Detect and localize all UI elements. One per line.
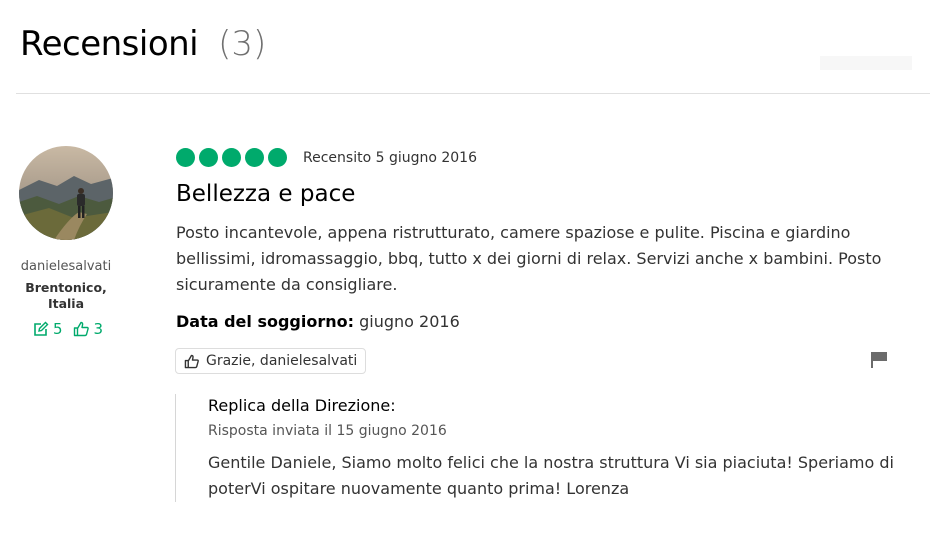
review-title[interactable]: Bellezza e pace: [176, 181, 355, 207]
reply-body: Gentile Daniele, Siamo molto felici che …: [208, 453, 894, 498]
header-divider: [16, 93, 930, 94]
review-count: (3): [218, 24, 267, 64]
management-response: Replica della Direzione: Risposta inviat…: [175, 394, 928, 502]
stay-date: Data del soggiorno: giugno 2016: [176, 312, 460, 331]
username[interactable]: danielesalvati: [0, 259, 132, 274]
stay-value: giugno 2016: [359, 312, 460, 331]
helpful-votes-value: 3: [93, 320, 104, 338]
user-location-line1: Brentonico,: [25, 280, 107, 295]
avatar[interactable]: [19, 146, 113, 240]
flag-icon: [871, 352, 887, 368]
user-stats: 5 3: [33, 320, 113, 338]
reviews-header: Recensioni (3): [20, 24, 266, 68]
thumbs-up-icon: [73, 321, 89, 337]
report-button[interactable]: [870, 351, 888, 373]
user-location-line2: Italia: [47, 296, 85, 311]
rating-bubble: [268, 148, 287, 167]
thumbs-up-icon: [184, 354, 199, 368]
pencil-square-icon: [34, 321, 49, 336]
user-location: Brentonico, Italia: [0, 280, 132, 312]
helpful-votes-count: 3: [73, 320, 104, 338]
page-title: Recensioni: [20, 24, 199, 64]
thanks-label: Grazie, danielesalvati: [206, 353, 358, 369]
rating-bubble: [222, 148, 241, 167]
rating-bubble: [176, 148, 195, 167]
review-date: Recensito 5 giugno 2016: [303, 149, 477, 166]
reply-date: Risposta inviata il 15 giugno 2016: [208, 423, 447, 439]
thanks-button[interactable]: Grazie, danielesalvati: [175, 348, 367, 374]
rating-bubble: [245, 148, 264, 167]
contributions-count: 5: [33, 320, 63, 338]
rating-bubbles: Recensito 5 giugno 2016: [176, 148, 477, 167]
reply-title: Replica della Direzione:: [208, 396, 396, 415]
review-body: Posto incantevole, appena ristrutturato,…: [176, 223, 882, 294]
rating-bubble: [199, 148, 218, 167]
contributions-value: 5: [53, 320, 63, 338]
ghost-placeholder: [820, 56, 912, 70]
stay-label: Data del soggiorno:: [176, 312, 355, 331]
